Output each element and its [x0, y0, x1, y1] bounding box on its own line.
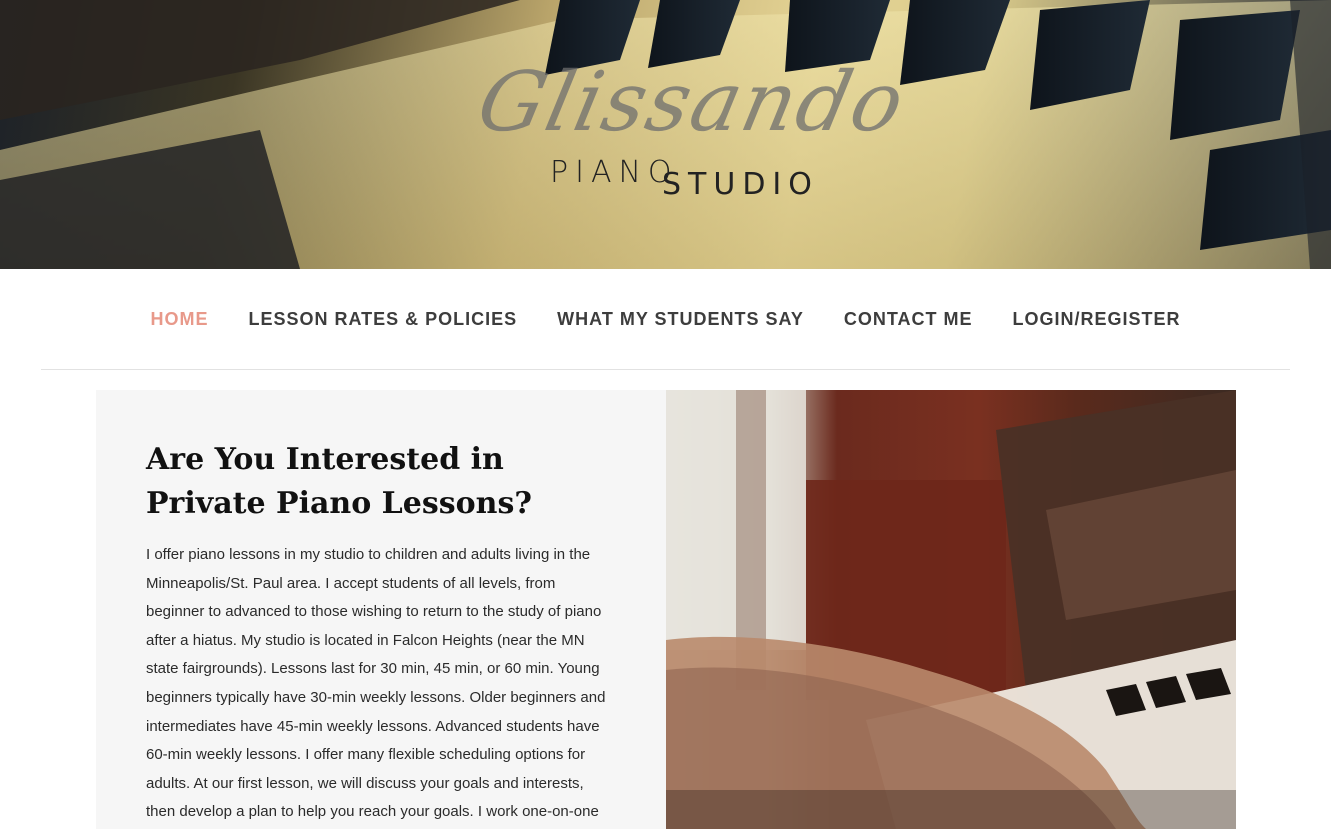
nav-home[interactable]: HOME	[150, 309, 208, 330]
nav-what-my-students-say[interactable]: WHAT MY STUDENTS SAY	[557, 309, 804, 330]
main-navigation: HOME LESSON RATES & POLICIES WHAT MY STU…	[0, 269, 1331, 369]
page-heading: Are You Interested in Private Piano Less…	[146, 442, 532, 521]
intro-paragraph: I offer piano lessons in my studio to ch…	[146, 546, 606, 821]
piano-hands-image	[666, 390, 1236, 829]
nav-divider	[41, 369, 1290, 370]
nav-lesson-rates-policies[interactable]: LESSON RATES & POLICIES	[248, 309, 517, 330]
logo-studio-text: STUDIO	[662, 167, 819, 202]
hero-banner: Glissando PIANO STUDIO	[0, 0, 1331, 269]
intro-panel: Are You Interested in Private Piano Less…	[96, 390, 666, 829]
nav-contact-me[interactable]: CONTACT ME	[844, 309, 973, 330]
piano-hands-photo	[666, 390, 1236, 829]
studio-logo[interactable]: Glissando PIANO STUDIO	[470, 55, 914, 215]
nav-login-register[interactable]: LOGIN/REGISTER	[1013, 309, 1181, 330]
logo-script-text: Glissando	[469, 55, 914, 150]
logo-piano-text: PIANO	[550, 155, 679, 190]
